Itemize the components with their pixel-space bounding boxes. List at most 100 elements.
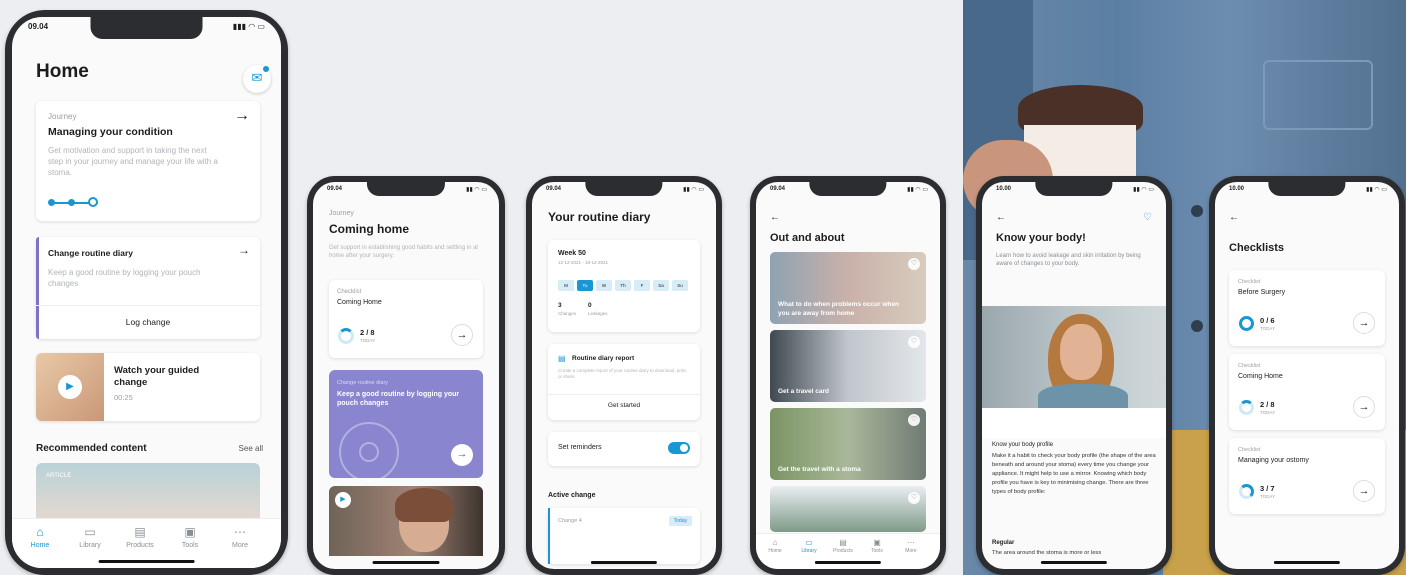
photo-shirt-pocket [1263, 60, 1373, 130]
video-card[interactable]: ▶ Watch your guided change 00:25 [36, 353, 260, 421]
play-icon[interactable]: ▶ [335, 492, 351, 508]
phone-notch [809, 182, 887, 196]
log-change-button[interactable]: Log change [36, 317, 260, 327]
article-card[interactable]: ♡ Get the travel with a stoma [770, 408, 926, 480]
checklist-card[interactable]: Checklist Coming Home 2 / 8 TODAY → [329, 280, 483, 358]
page-title: Know your body! [996, 232, 1086, 244]
report-title: Routine diary report [572, 355, 635, 362]
heart-icon[interactable]: ♡ [908, 414, 920, 426]
heart-icon[interactable]: ♡ [1143, 212, 1152, 223]
checklist-title: Managing your ostomy [1238, 457, 1309, 464]
checklist-card[interactable]: Checklist Before Surgery 0 / 6 TODAY → [1229, 270, 1385, 346]
checklist-eyebrow: Checklist [1238, 279, 1261, 285]
arrow-button[interactable]: → [451, 324, 473, 346]
tab-library[interactable]: ▭ Library [68, 525, 112, 549]
checklist-card[interactable]: Checklist Managing your ostomy 3 / 7 TOD… [1229, 438, 1385, 514]
get-started-button[interactable]: Get started [548, 402, 700, 409]
back-arrow-icon[interactable]: ← [770, 212, 780, 223]
day-chip[interactable]: F [634, 280, 650, 291]
diary-card[interactable]: Change routine diary → Keep a good routi… [36, 237, 260, 339]
arrow-button[interactable]: → [451, 444, 473, 466]
phone-know-your-body: 10.00 ▮▮ ◠ ▭ ← ♡ Know your body! Learn h… [976, 176, 1172, 575]
day-chip[interactable]: M [558, 280, 574, 291]
diary-promo-card[interactable]: Change routine diary Keep a good routine… [329, 370, 483, 478]
video-thumbnail[interactable]: ▶ [329, 486, 483, 556]
home-indicator [590, 561, 658, 564]
week-card[interactable]: Week 50 12-12-2021 - 18-12-2021 M Tu W T… [548, 240, 700, 332]
heart-icon[interactable]: ♡ [908, 336, 920, 348]
arrow-button[interactable]: → [1353, 312, 1375, 334]
pouch-illustration-inner [359, 442, 379, 462]
arrow-button[interactable]: → [1353, 396, 1375, 418]
status-time: 09.04 [546, 186, 562, 192]
tab-tools[interactable]: ▣ Tools [860, 538, 894, 554]
tab-more[interactable]: ⋯ More [894, 538, 928, 554]
stat-leakages-label: Leakages [588, 311, 608, 316]
tab-home[interactable]: ⌂ Home [758, 538, 792, 554]
article-card[interactable]: ♡ Get a travel card [770, 330, 926, 402]
video-thumbnail: ▶ [36, 353, 104, 421]
back-arrow-icon[interactable]: ← [996, 212, 1006, 223]
products-icon: ▤ [134, 525, 146, 539]
section-title: Know your body profile [992, 442, 1054, 448]
report-card[interactable]: ▤ Routine diary report Create a complete… [548, 344, 700, 420]
reminders-card[interactable]: Set reminders [548, 432, 700, 466]
journey-card[interactable]: Journey Managing your condition Get moti… [36, 101, 260, 221]
article-card[interactable]: ♡ What to do when problems occur when yo… [770, 252, 926, 324]
book-icon: ▭ [805, 538, 813, 547]
progress-ring [1239, 316, 1254, 331]
person-hair [395, 488, 453, 522]
routine-diary-screen: 09.04 ▮▮ ◠ ▭ Your routine diary Week 50 … [532, 182, 716, 569]
day-chip-selected[interactable]: Tu [577, 280, 593, 291]
know-your-body-screen: 10.00 ▮▮ ◠ ▭ ← ♡ Know your body! Learn h… [982, 182, 1166, 569]
journey-step-current [88, 197, 98, 207]
status-icons: ▮▮ ◠ ▭ [466, 187, 487, 193]
video-title: Watch your guided change [114, 365, 200, 388]
tab-products[interactable]: ▤ Products [826, 538, 860, 554]
day-chip[interactable]: Th [615, 280, 631, 291]
home-indicator [814, 561, 882, 564]
checklist-card[interactable]: Checklist Coming Home 2 / 8 TODAY → [1229, 354, 1385, 430]
checklist-title: Coming Home [337, 299, 382, 306]
day-chip[interactable]: Su [672, 280, 688, 291]
play-icon[interactable]: ▶ [58, 375, 82, 399]
checklist-progress: 2 / 8 [1260, 400, 1275, 409]
recommended-tag: Article [46, 473, 72, 479]
change-item: Change 4 [558, 518, 582, 524]
checklist-progress: 0 / 6 [1260, 316, 1275, 325]
home-screen: 09.04 ▮▮▮ ◠ ▭ Home ✉ Journey Managing yo… [12, 17, 281, 568]
active-change-card[interactable]: Change 4 Today [548, 508, 700, 564]
more-icon: ⋯ [234, 525, 246, 539]
stat-changes-label: Changes [558, 311, 577, 316]
page-title: Checklists [1229, 242, 1285, 254]
status-icons: ▮▮ ◠ ▭ [683, 187, 704, 193]
tools-icon: ▣ [873, 538, 881, 547]
tab-more[interactable]: ⋯ More [218, 525, 262, 549]
phone-notch [1035, 182, 1113, 196]
page-title: Out and about [770, 232, 845, 244]
reminders-label: Set reminders [558, 444, 602, 451]
tab-library[interactable]: ▭ Library [792, 538, 826, 554]
out-and-about-screen: 09.04 ▮▮ ◠ ▭ ← Out and about ♡ What to d… [756, 182, 940, 569]
back-arrow-icon[interactable]: ← [1229, 212, 1239, 223]
checklist-progress-sub: TODAY [1260, 326, 1276, 331]
active-accent-bar [548, 508, 550, 564]
video-duration: 00:25 [114, 393, 133, 402]
arrow-right-icon: → [238, 243, 250, 257]
day-chip[interactable]: W [596, 280, 612, 291]
heart-icon[interactable]: ♡ [908, 258, 920, 270]
article-title: What to do when problems occur when you … [778, 301, 899, 317]
tab-home[interactable]: ⌂ Home [18, 525, 62, 549]
see-all-link[interactable]: See all [239, 444, 263, 453]
checklist-eyebrow: Checklist [1238, 447, 1261, 453]
checklist-eyebrow: Checklist [337, 289, 362, 295]
arrow-button[interactable]: → [1353, 480, 1375, 502]
reminders-toggle[interactable] [668, 442, 690, 454]
heart-icon[interactable]: ♡ [908, 492, 920, 504]
tab-products[interactable]: ▤ Products [118, 525, 162, 549]
tab-tools[interactable]: ▣ Tools [168, 525, 212, 549]
recommended-card-image[interactable]: Article [36, 463, 260, 523]
checklist-progress: 2 / 8 [360, 328, 375, 337]
day-chip[interactable]: Sa [653, 280, 669, 291]
article-card[interactable]: ♡ [770, 486, 926, 532]
